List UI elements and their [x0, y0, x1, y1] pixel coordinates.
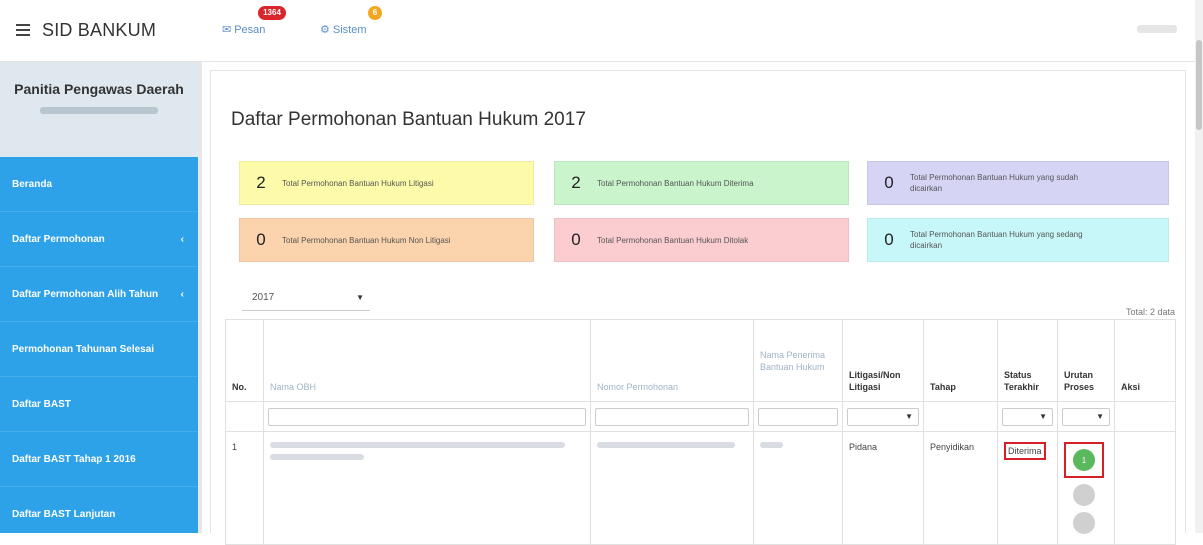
process-step-current[interactable]: 1	[1073, 449, 1095, 471]
sidebar-item-label: Daftar BAST Lanjutan	[12, 508, 116, 520]
sidebar-menu: Beranda Daftar Permohonan ‹ Daftar Permohon…	[0, 157, 198, 542]
page-title: Daftar Permohonan Bantuan Hukum 2017	[231, 109, 586, 130]
cell-no: 1	[225, 431, 264, 545]
process-step-pending[interactable]	[1073, 512, 1095, 534]
messages-count-badge: 1364	[258, 6, 286, 20]
cell-aksi	[1114, 431, 1176, 545]
filter-penerima-input[interactable]	[758, 407, 838, 426]
stat-label: Total Permohonan Bantuan Hukum Non Litig…	[282, 235, 451, 245]
cell-obh-redacted	[263, 431, 591, 545]
user-menu[interactable]	[1137, 25, 1177, 33]
user-name-redacted	[40, 107, 158, 114]
sidebar-item[interactable]: Daftar BAST Tahap 1 2016	[0, 432, 198, 487]
process-step-pending[interactable]	[1073, 484, 1095, 506]
stat-value: 2	[256, 173, 266, 192]
user-profile: Panitia Pengawas Daerah	[0, 62, 198, 157]
col-header-nomor[interactable]: Nomor Permohonan	[590, 319, 754, 402]
sidebar-item[interactable]: Daftar BAST Lanjutan	[0, 487, 198, 542]
chevron-left-icon: ‹	[180, 288, 184, 300]
year-select[interactable]: 2017 ▼	[242, 287, 370, 311]
col-header-no[interactable]: No.	[225, 319, 264, 402]
col-header-proses[interactable]: Urutan Proses	[1057, 319, 1115, 402]
chevron-left-icon: ‹	[180, 233, 184, 245]
sidebar-item-label: Daftar BAST	[12, 398, 71, 410]
process-steps: 1	[1064, 442, 1106, 534]
messages-label: Pesan	[234, 23, 266, 36]
stat-box: 0 Total Permohonan Bantuan Hukum yang sed…	[867, 218, 1169, 262]
stat-box: 2 Total Permohonan Bantuan Hukum Diterima	[554, 161, 849, 205]
requests-table: No. Nama OBH Nomor Permohonan Nama Pener…	[225, 319, 1176, 545]
filter-nomor-input[interactable]	[595, 407, 749, 426]
main-content: Daftar Permohonan Bantuan Hukum 2017 2 To…	[210, 70, 1186, 545]
stat-value: 0	[884, 173, 894, 192]
stat-value: 0	[571, 230, 581, 249]
stat-value: 2	[571, 173, 581, 192]
col-header-tahap[interactable]: Tahap	[923, 319, 998, 402]
cell-penerima-redacted	[753, 431, 843, 545]
system-label: Sistem	[332, 23, 367, 36]
filter-proses-select[interactable]: ▼	[1062, 407, 1110, 426]
stat-label: Total Permohonan Bantuan Hukum Ditolak	[597, 235, 749, 245]
sidebar-item[interactable]: Daftar BAST	[0, 377, 198, 432]
stat-box: 0 Total Permohonan Bantuan Hukum Ditolak	[554, 218, 849, 262]
dropdown-caret-icon: ▼	[905, 411, 913, 421]
page-scrollbar[interactable]	[1195, 0, 1203, 533]
stat-label: Total Permohonan Bantuan Hukum yang suda…	[910, 173, 1079, 193]
sidebar-item[interactable]: Beranda	[0, 157, 198, 212]
stat-box: 0 Total Permohonan Bantuan Hukum yang sud…	[867, 161, 1169, 205]
cell-jenis: Pidana	[842, 431, 924, 545]
filter-status-select[interactable]: ▼	[1002, 407, 1053, 426]
col-header-status[interactable]: Status Terakhir	[997, 319, 1058, 402]
dropdown-caret-icon: ▼	[1096, 411, 1104, 421]
sidebar-item-label: Daftar Permohonan Alih Tahun	[12, 288, 159, 300]
filter-obh-input[interactable]	[268, 407, 586, 426]
year-select-value: 2017	[252, 292, 275, 303]
sidebar-item[interactable]: Daftar Permohonan ‹	[0, 212, 198, 267]
col-header-aksi: Aksi	[1114, 319, 1176, 402]
sidebar-item-label: Daftar BAST Tahap 1 2016	[12, 453, 136, 465]
table-header-row: No. Nama OBH Nomor Permohonan Nama Pener…	[225, 319, 1176, 402]
sidebar-item-label: Daftar Permohonan	[12, 233, 105, 245]
dropdown-caret-icon: ▼	[356, 293, 364, 302]
stat-label: Total Permohonan Bantuan Hukum yang seda…	[910, 230, 1083, 250]
sidebar-item[interactable]: Permohonan Tahunan Selesai	[0, 322, 198, 377]
envelope-icon: ✉	[222, 24, 232, 36]
table-row[interactable]: 1 Pidana Penyidikan Diterima 1	[225, 431, 1176, 545]
sidebar: Panitia Pengawas Daerah Beranda Daftar Pe…	[0, 62, 202, 542]
stat-value: 0	[256, 230, 266, 249]
filter-row: ▼ ▼ ▼	[225, 401, 1176, 432]
cell-nomor-redacted	[590, 431, 754, 545]
process-step-highlight: 1	[1064, 442, 1104, 478]
stat-box: 0 Total Permohonan Bantuan Hukum Non Liti…	[239, 218, 534, 262]
total-count: Total: 2 data	[1125, 307, 1175, 317]
sidebar-item-label: Beranda	[12, 178, 53, 190]
stat-value: 0	[884, 230, 894, 249]
sidebar-item-label: Permohonan Tahunan Selesai	[12, 343, 155, 355]
filter-litigasi-select[interactable]: ▼	[847, 407, 919, 426]
messages-link[interactable]: ✉ Pesan	[222, 23, 266, 37]
stat-label: Total Permohonan Bantuan Hukum Diterima	[597, 178, 754, 188]
scroll-thumb[interactable]	[1196, 40, 1202, 130]
cogs-icon: ⚙	[320, 24, 330, 36]
col-header-obh[interactable]: Nama OBH	[263, 319, 591, 402]
stat-box: 2 Total Permohonan Bantuan Hukum Litigasi	[239, 161, 534, 205]
system-link[interactable]: ⚙ Sistem	[320, 23, 367, 37]
stat-label: Total Permohonan Bantuan Hukum Litigasi	[282, 178, 434, 188]
col-header-penerima[interactable]: Nama Penerima Bantuan Hukum	[753, 319, 843, 402]
cell-tahap: Penyidikan	[923, 431, 998, 545]
status-badge: Diterima	[1004, 442, 1046, 460]
col-header-litigasi[interactable]: Litigasi/Non Litigasi	[842, 319, 924, 402]
top-navbar: SID BANKUM ✉ Pesan 1364 ⚙ Sistem 6	[0, 0, 1203, 62]
hamburger-icon[interactable]	[16, 24, 30, 36]
user-role: Panitia Pengawas Daerah	[14, 81, 184, 97]
system-count-badge: 6	[368, 6, 382, 20]
app-brand[interactable]: SID BANKUM	[42, 20, 156, 41]
dropdown-caret-icon: ▼	[1039, 411, 1047, 421]
sidebar-item[interactable]: Daftar Permohonan Alih Tahun ‹	[0, 267, 198, 322]
